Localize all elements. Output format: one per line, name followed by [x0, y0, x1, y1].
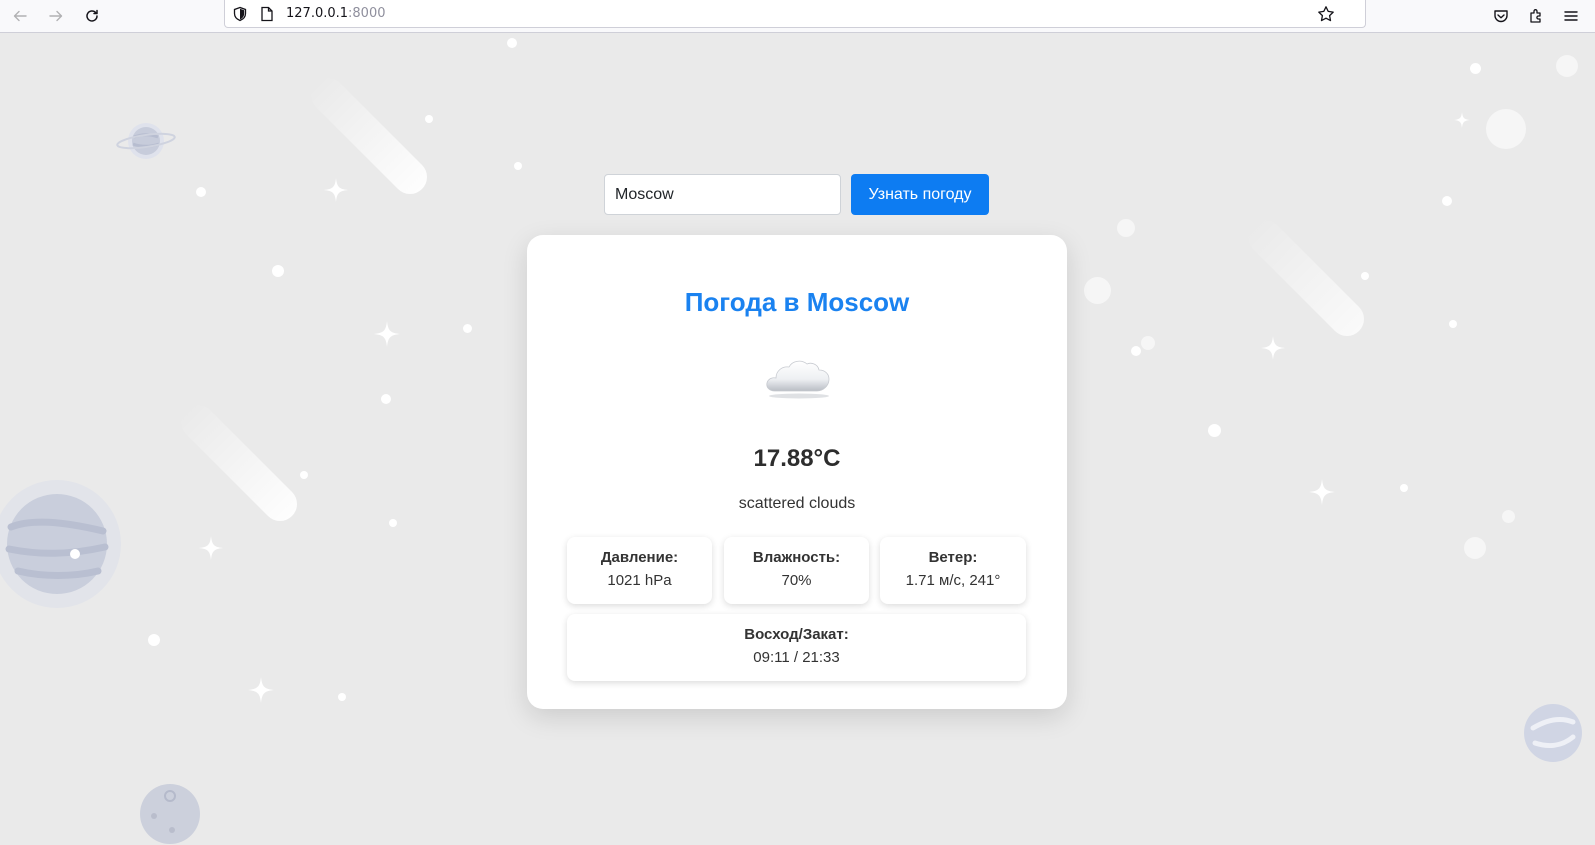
sparkle-star [1454, 112, 1470, 128]
planet-decoration [1524, 704, 1582, 762]
humidity-box: Влажность: 70% [724, 537, 869, 604]
star-dot [1470, 63, 1481, 74]
ringed-planet-decoration [116, 123, 176, 159]
reload-icon[interactable] [79, 3, 105, 29]
star-dot [1556, 55, 1578, 77]
star-dot [1084, 277, 1111, 304]
star-dot [425, 115, 433, 123]
url-host: 127.0.0.1 [286, 6, 349, 21]
humidity-value: 70% [781, 572, 812, 589]
bookmark-star-icon[interactable] [1317, 5, 1335, 23]
forward-icon[interactable] [43, 3, 69, 29]
star-dot [1361, 272, 1369, 280]
comet-decoration [173, 397, 305, 529]
browser-toolbar: 127.0.0.1:8000 [0, 0, 1595, 33]
star-dot [1208, 424, 1221, 437]
star-dot [1141, 336, 1155, 350]
pressure-value: 1021 hPa [607, 572, 672, 589]
city-search-input[interactable]: Moscow [604, 174, 841, 215]
pocket-icon[interactable] [1489, 4, 1513, 28]
sunrise-sunset-box: Восход/Закат: 09:11 / 21:33 [567, 614, 1026, 681]
star-dot [272, 265, 284, 277]
star-dot [507, 38, 517, 48]
wind-label: Ветер: [928, 549, 978, 566]
star-dot [389, 519, 397, 527]
sparkle-star [199, 536, 223, 560]
star-dot [1464, 537, 1486, 559]
sparkle-star [1261, 336, 1285, 360]
star-dot [514, 162, 522, 170]
star-dot [338, 693, 346, 701]
sparkle-star [248, 677, 274, 703]
url-text[interactable]: 127.0.0.1:8000 [286, 6, 386, 21]
pressure-box: Давление: 1021 hPa [567, 537, 712, 604]
humidity-label: Влажность: [752, 549, 841, 566]
star-dot [196, 187, 206, 197]
menu-icon[interactable] [1559, 4, 1583, 28]
scattered-clouds-icon [766, 360, 830, 399]
temperature: 17.88°C [753, 445, 841, 472]
url-bar[interactable]: 127.0.0.1:8000 [224, 0, 1366, 28]
wind-box: Ветер: 1.71 м/с, 241° [880, 537, 1026, 604]
star-dot [1131, 346, 1141, 356]
star-dot [1449, 320, 1457, 328]
extensions-icon[interactable] [1524, 4, 1548, 28]
sunrise-sunset-value: 09:11 / 21:33 [753, 649, 840, 666]
url-port: :8000 [348, 6, 386, 21]
get-weather-button[interactable]: Узнать погоду [851, 174, 989, 215]
sparkle-star [374, 321, 400, 347]
shield-icon[interactable] [231, 5, 249, 23]
wind-value: 1.71 м/с, 241° [905, 572, 1001, 589]
pressure-label: Давление: [600, 549, 679, 566]
star-dot [1442, 196, 1452, 206]
comet-decoration [1240, 212, 1372, 344]
star-dot [1400, 484, 1408, 492]
planet-decoration [0, 480, 121, 608]
weather-description: scattered clouds [738, 495, 856, 512]
weather-card: Погода в Moscow 17.88°C scattered clouds… [527, 235, 1067, 709]
page-icon[interactable] [258, 5, 276, 23]
star-dot [148, 634, 160, 646]
sunrise-sunset-label: Восход/Закат: [744, 626, 849, 643]
back-icon[interactable] [7, 3, 33, 29]
star-dot [381, 394, 391, 404]
sparkle-star [324, 178, 348, 202]
star-dot [300, 471, 308, 479]
star-dot [1117, 219, 1135, 237]
star-dot [1502, 510, 1515, 523]
star-dot [463, 324, 472, 333]
moon-decoration [140, 784, 200, 844]
sparkle-star [1309, 479, 1335, 505]
star-dot [1486, 109, 1526, 149]
weather-title: Погода в Moscow [684, 287, 910, 317]
